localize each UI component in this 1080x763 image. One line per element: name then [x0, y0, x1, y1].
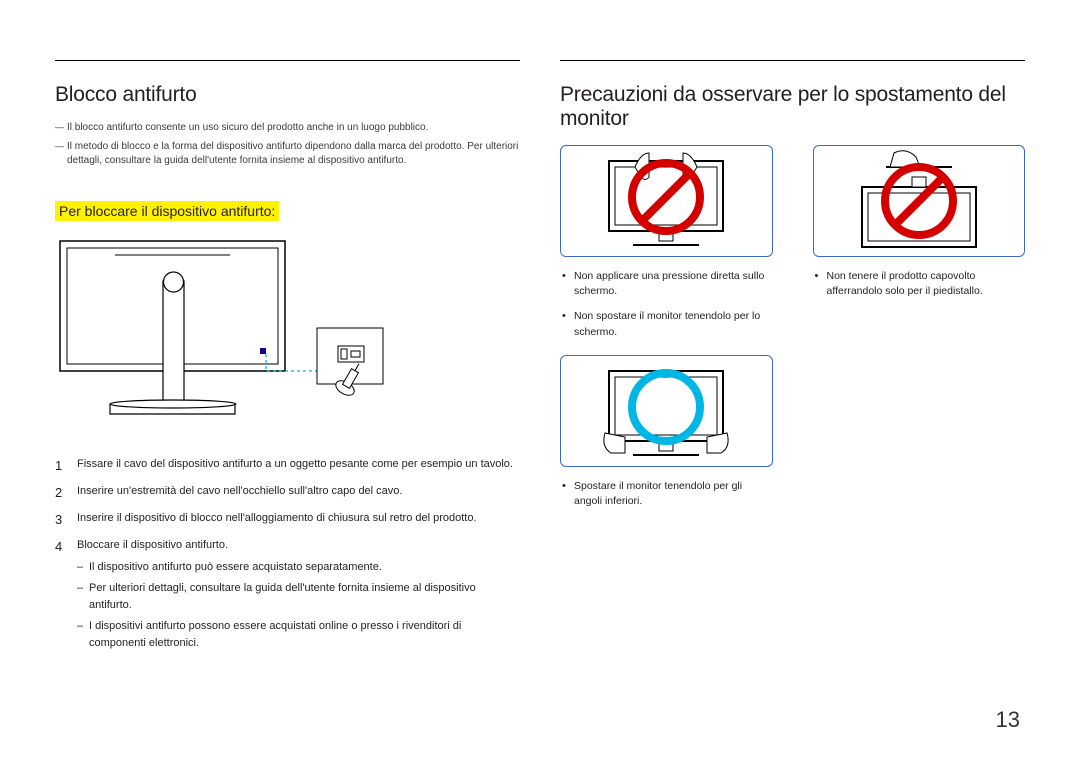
section-heading-antitheft: Blocco antifurto	[55, 83, 520, 107]
precaution-bullets: Spostare il monitor tenendolo per gli an…	[560, 479, 773, 509]
monitor-hold-corners-ok-icon	[571, 355, 761, 467]
monitor-upsidedown-no-icon	[824, 145, 1014, 257]
diagram-monitor-lock	[55, 236, 520, 431]
precaution-row: Non applicare una pressione diretta sull…	[560, 145, 1025, 355]
diagram-press-screen-forbidden	[560, 145, 773, 257]
step-item: Inserire il dispositivo di blocco nell'a…	[55, 510, 520, 527]
note-line: Il metodo di blocco e la forma del dispo…	[55, 140, 520, 169]
step-subnote: Il dispositivo antifurto può essere acqu…	[77, 559, 520, 576]
page-number: 13	[996, 707, 1020, 733]
precaution-bullets: Non tenere il prodotto capovolto afferra…	[813, 269, 1026, 299]
bullet-text: Non applicare una pressione diretta sull…	[560, 269, 773, 299]
note-line: Il blocco antifurto consente un uso sicu…	[55, 121, 520, 136]
precaution-item: Non applicare una pressione diretta sull…	[560, 145, 773, 355]
document-page: Blocco antifurto Il blocco antifurto con…	[55, 60, 1025, 662]
bullet-text: Non spostare il monitor tenendolo per lo…	[560, 309, 773, 339]
subheading-lock-procedure: Per bloccare il dispositivo antifurto:	[55, 201, 279, 221]
step-item: Inserire un'estremità del cavo nell'occh…	[55, 483, 520, 500]
diagram-hold-corners-correct	[560, 355, 773, 467]
steps-list: Fissare il cavo del dispositivo antifurt…	[55, 456, 520, 652]
step-subnote: I dispositivi antifurto possono essere a…	[77, 618, 520, 652]
monitor-rear-lock-icon	[55, 236, 415, 431]
step-subnotes: Il dispositivo antifurto può essere acqu…	[77, 559, 520, 652]
section-heading-precautions: Precauzioni da osservare per lo spostame…	[560, 83, 1025, 131]
bullet-text: Spostare il monitor tenendolo per gli an…	[560, 479, 773, 509]
precaution-bullets: Non applicare una pressione diretta sull…	[560, 269, 773, 340]
precaution-row: Spostare il monitor tenendolo per gli an…	[560, 355, 1025, 524]
precaution-item: Non tenere il prodotto capovolto afferra…	[813, 145, 1026, 355]
step-item: Fissare il cavo del dispositivo antifurt…	[55, 456, 520, 473]
step-subnote: Per ulteriori dettagli, consultare la gu…	[77, 580, 520, 614]
note-block: Il blocco antifurto consente un uso sicu…	[55, 121, 520, 169]
diagram-hold-stand-forbidden	[813, 145, 1026, 257]
right-column: Precauzioni da osservare per lo spostame…	[560, 60, 1025, 662]
monitor-press-no-icon	[571, 145, 761, 257]
bullet-text: Non tenere il prodotto capovolto afferra…	[813, 269, 1026, 299]
left-column: Blocco antifurto Il blocco antifurto con…	[55, 60, 520, 662]
precaution-item: Spostare il monitor tenendolo per gli an…	[560, 355, 773, 524]
step-item: Bloccare il dispositivo antifurto. Il di…	[55, 537, 520, 652]
